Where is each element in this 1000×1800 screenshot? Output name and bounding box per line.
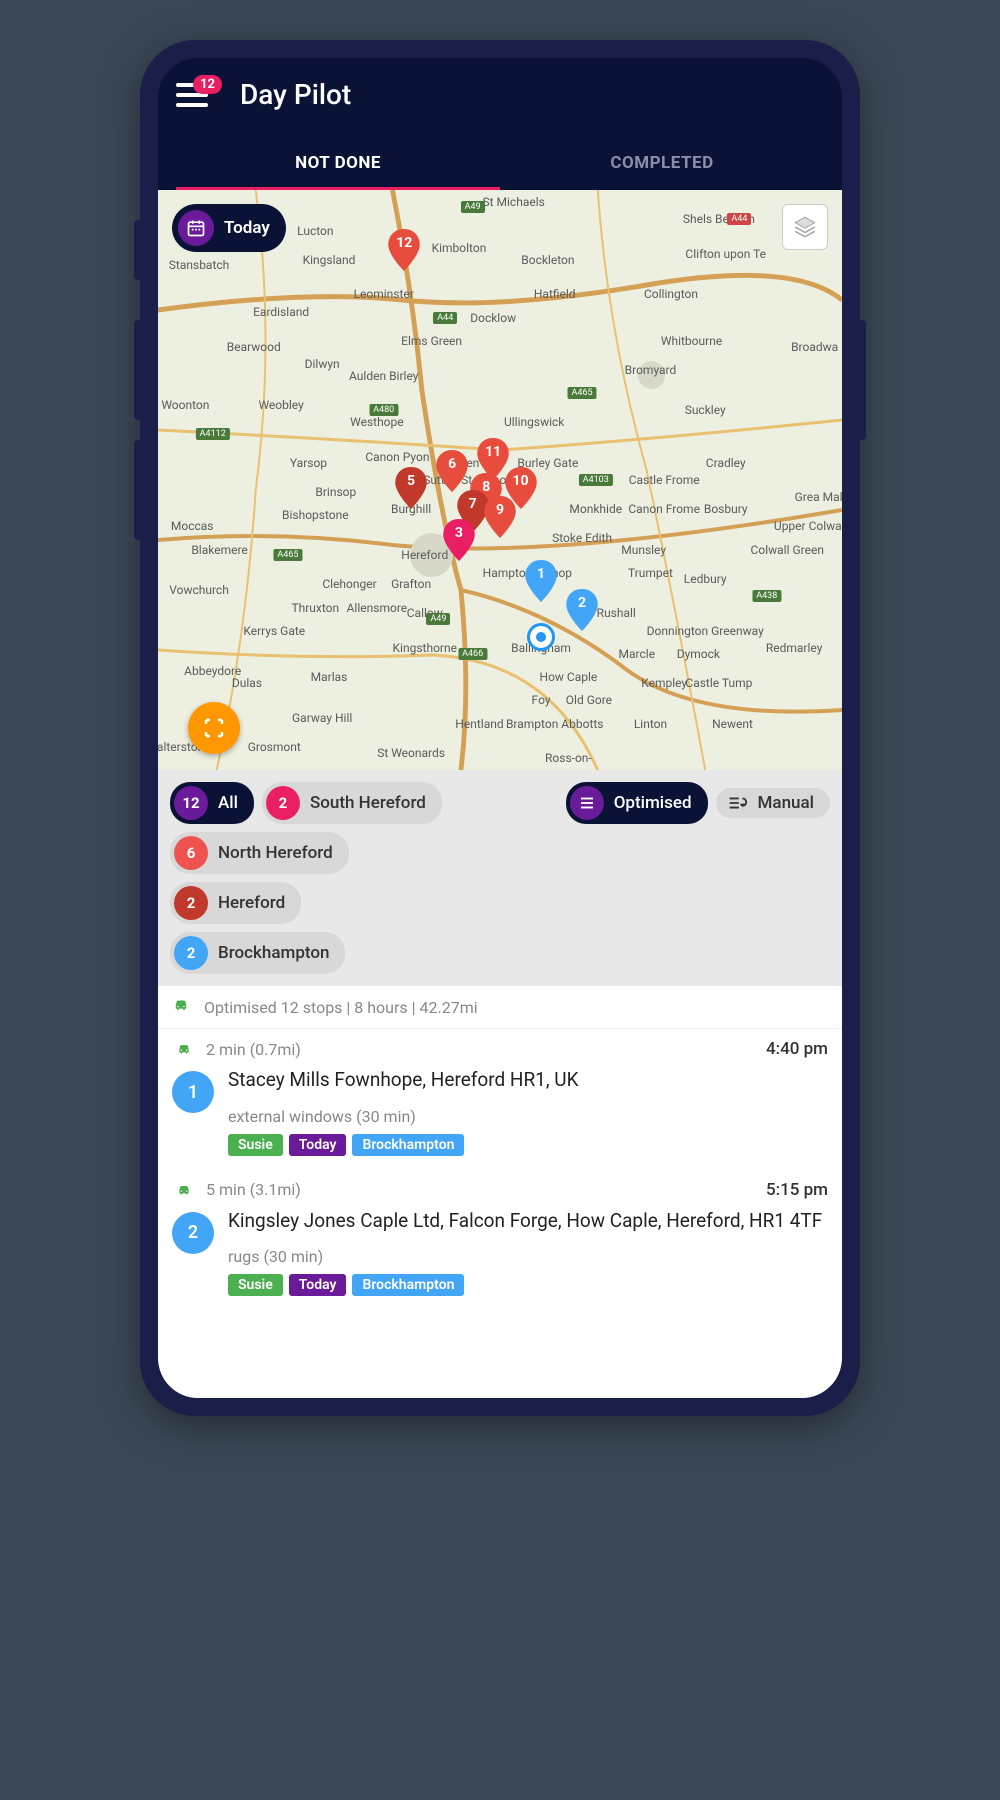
stop-travel-meta: 5 min (3.1mi): [206, 1180, 301, 1199]
car-icon: [172, 996, 190, 1018]
map-pin[interactable]: 1: [525, 560, 557, 602]
stop-time: 5:15 pm: [766, 1180, 828, 1200]
app-header: 12 Day Pilot NOT DONE COMPLETED: [158, 58, 842, 190]
stop-tags: Susie TodayBrockhampton: [228, 1134, 828, 1156]
filter-hereford-label: Hereford: [218, 893, 285, 913]
filter-all-count: 12: [174, 786, 208, 820]
filter-north-label: North Hereford: [218, 843, 333, 863]
filter-all-label: All: [218, 793, 238, 813]
stop-address: Stacey Mills Fownhope, Hereford HR1, UK: [228, 1067, 828, 1093]
mode-optimised[interactable]: Optimised: [566, 782, 708, 824]
stop-item[interactable]: 2 min (0.7mi) 4:40 pm 1 Stacey Mills Fow…: [158, 1029, 842, 1170]
filter-south-label: South Hereford: [310, 793, 426, 813]
route-summary: Optimised 12 stops | 8 hours | 42.27mi: [158, 986, 842, 1029]
filter-hereford-count: 2: [174, 886, 208, 920]
menu-badge: 12: [193, 75, 222, 94]
calendar-icon: [178, 210, 214, 246]
date-label: Today: [224, 218, 270, 238]
tag: Susie: [228, 1134, 283, 1156]
route-summary-text: Optimised 12 stops | 8 hours | 42.27mi: [204, 998, 478, 1017]
map[interactable]: LuctonSt MichaelsShels BeauchClifton upo…: [158, 190, 842, 770]
stop-tags: Susie TodayBrockhampton: [228, 1274, 828, 1296]
map-pin[interactable]: 6: [436, 450, 468, 492]
date-selector[interactable]: Today: [172, 204, 286, 252]
manual-icon: [726, 792, 748, 814]
tag: Brockhampton: [352, 1134, 464, 1156]
recenter-button[interactable]: [188, 702, 240, 754]
stop-item[interactable]: 5 min (3.1mi) 5:15 pm 2 Kingsley Jones C…: [158, 1170, 842, 1311]
tab-completed[interactable]: COMPLETED: [500, 139, 824, 190]
tag: Susie: [228, 1274, 283, 1296]
filter-south-count: 2: [266, 786, 300, 820]
stop-travel-meta: 2 min (0.7mi): [206, 1040, 301, 1059]
map-pin[interactable]: 3: [443, 519, 475, 561]
map-pin[interactable]: 5: [395, 467, 427, 509]
stop-number-badge: 1: [172, 1071, 214, 1113]
filter-brock-label: Brockhampton: [218, 943, 329, 963]
car-icon: [176, 1041, 192, 1061]
filter-south-hereford[interactable]: 2 South Hereford: [262, 782, 442, 824]
stop-address: Kingsley Jones Caple Ltd, Falcon Forge, …: [228, 1208, 828, 1234]
tab-not-done[interactable]: NOT DONE: [176, 139, 500, 190]
mode-optimised-label: Optimised: [614, 793, 692, 813]
tag: Today: [289, 1274, 347, 1296]
mode-manual[interactable]: Manual: [716, 788, 830, 818]
page-title: Day Pilot: [240, 78, 351, 111]
map-pin[interactable]: 12: [388, 229, 420, 271]
filter-hereford[interactable]: 2 Hereford: [170, 882, 301, 924]
tag: Brockhampton: [352, 1274, 464, 1296]
stops-list[interactable]: Optimised 12 stops | 8 hours | 42.27mi 2…: [158, 986, 842, 1398]
map-pin[interactable]: 9: [484, 496, 516, 538]
phone-frame: 12 Day Pilot NOT DONE COMPLETED: [140, 40, 860, 1416]
map-pin[interactable]: 2: [566, 589, 598, 631]
stop-number-badge: 2: [172, 1212, 214, 1254]
current-location-dot: [527, 623, 555, 651]
car-icon: [176, 1182, 192, 1202]
layers-button[interactable]: [782, 204, 828, 250]
filter-brock-count: 2: [174, 936, 208, 970]
filter-all[interactable]: 12 All: [170, 782, 254, 824]
layers-icon: [792, 214, 818, 240]
tag: Today: [289, 1134, 347, 1156]
filter-brockhampton[interactable]: 2 Brockhampton: [170, 932, 345, 974]
filter-bar: 12 All 2 South Hereford Optimised Manual: [158, 770, 842, 986]
stop-task: rugs (30 min): [228, 1247, 828, 1266]
filter-north-count: 6: [174, 836, 208, 870]
screen: 12 Day Pilot NOT DONE COMPLETED: [158, 58, 842, 1398]
filter-north-hereford[interactable]: 6 North Hereford: [170, 832, 349, 874]
list-icon: [570, 786, 604, 820]
crosshair-icon: [202, 716, 226, 740]
mode-manual-label: Manual: [758, 793, 814, 813]
stop-task: external windows (30 min): [228, 1107, 828, 1126]
tabs: NOT DONE COMPLETED: [176, 139, 824, 190]
stop-time: 4:40 pm: [766, 1039, 828, 1059]
menu-button[interactable]: 12: [176, 83, 208, 107]
